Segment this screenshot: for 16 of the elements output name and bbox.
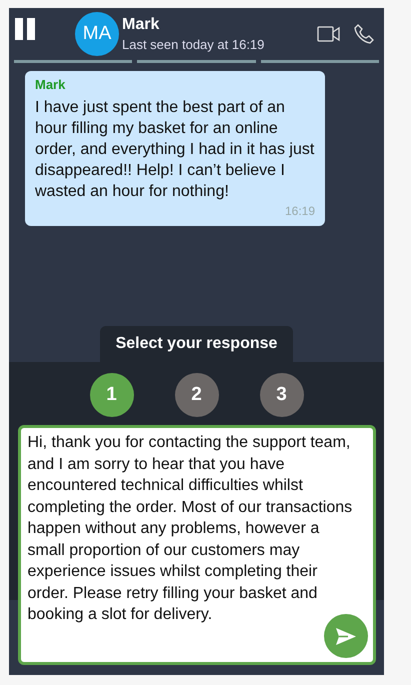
contact-name: Mark	[122, 16, 160, 34]
response-option[interactable]: 2	[174, 373, 218, 417]
response-field[interactable]: Hi, thank you for contacting the support team, and I am sorry to hear that you have encountered technical difficulties whilst completing the order. Most of our transactions happen without any problems, however a small proportion of our customers may experience issues whilst completing their order. Please retry filling your basket and booking a slot for delivery.	[18, 425, 376, 665]
phone-icon[interactable]	[354, 24, 374, 44]
response-option[interactable]: 3	[260, 373, 304, 417]
message-time: 16:19	[284, 204, 315, 218]
video-camera-icon[interactable]	[317, 26, 340, 42]
send-icon	[336, 628, 356, 644]
avatar: MA	[75, 12, 119, 56]
response-option[interactable]: 1	[90, 373, 134, 417]
last-seen-status: Last seen today at 16:19	[122, 37, 264, 52]
sender-name: Mark	[35, 77, 66, 92]
message-text: I have just spent the best part of an hour filling my basket for an online order, and everything I had in it has just disappeared!! Help! I can’t believe I wasted an hour for nothing!	[35, 98, 315, 202]
panel-title: Select your response	[100, 326, 293, 362]
send-button[interactable]	[324, 614, 368, 658]
pause-icon[interactable]	[15, 18, 35, 40]
